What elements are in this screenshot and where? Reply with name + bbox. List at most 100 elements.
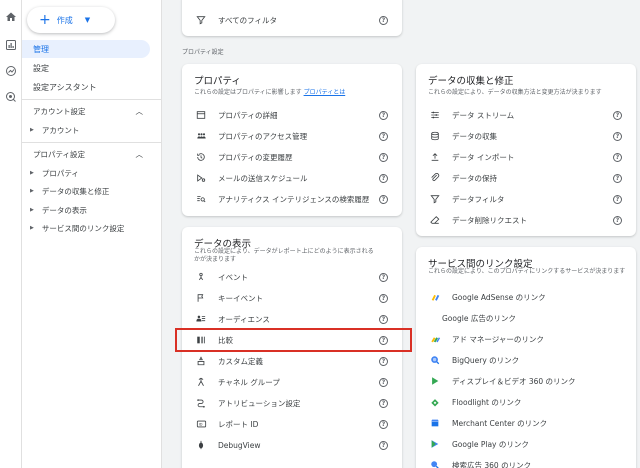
- help-icon[interactable]: ?: [379, 314, 388, 324]
- row-label: メールの送信スケジュール: [218, 173, 308, 183]
- scheduled-emails-row[interactable]: メールの送信スケジュール ?: [182, 168, 402, 188]
- what-is-property-link[interactable]: プロパティとは: [304, 89, 346, 96]
- google-play-link-row[interactable]: Google Play のリンク: [416, 434, 636, 454]
- details-icon: [194, 108, 208, 122]
- help-icon[interactable]: ?: [379, 419, 388, 429]
- help-icon[interactable]: ?: [379, 194, 388, 204]
- sidebar-item-settings[interactable]: 設定: [22, 59, 161, 77]
- sidebar-item-product-links[interactable]: ▶ サービス間のリンク設定: [22, 219, 161, 237]
- sidebar-item-property[interactable]: ▶ プロパティ: [22, 164, 161, 182]
- help-icon[interactable]: ?: [379, 152, 388, 162]
- attribution-icon: [194, 396, 208, 410]
- row-label: チャネル グループ: [218, 377, 280, 387]
- row-label: オーディエンス: [218, 314, 270, 324]
- card-description-line-2: かが決まります: [194, 256, 237, 263]
- card-description-text: これらの設定はプロパティに影響します: [194, 89, 302, 96]
- help-icon[interactable]: ?: [613, 215, 622, 225]
- data-filters-row[interactable]: データフィルタ ?: [416, 189, 636, 209]
- ad-manager-icon: [428, 332, 442, 346]
- google-play-icon: [428, 437, 442, 451]
- row-label: DebugView: [218, 440, 261, 450]
- row-label: Google Play のリンク: [452, 439, 529, 449]
- channel-groups-row[interactable]: チャネル グループ ?: [182, 372, 402, 392]
- plus-icon: +: [39, 12, 51, 28]
- events-row[interactable]: イベント ?: [182, 267, 402, 287]
- help-icon[interactable]: ?: [379, 272, 388, 282]
- data-import-row[interactable]: データ インポート ?: [416, 147, 636, 167]
- row-label: Google AdSense のリンク: [452, 292, 546, 302]
- card-description: これらの設定はプロパティに影響します プロパティとは: [194, 89, 345, 97]
- search-history-row[interactable]: アナリティクス インテリジェンスの検索履歴 ?: [182, 189, 402, 209]
- sidebar-item-admin[interactable]: 管理: [22, 40, 150, 58]
- property-access-row[interactable]: プロパティのアクセス管理 ?: [182, 126, 402, 146]
- adsense-link-row[interactable]: Google AdSense のリンク: [416, 287, 636, 307]
- sidebar-item-setup-assistant[interactable]: 設定アシスタント: [22, 78, 161, 96]
- explore-icon[interactable]: [3, 63, 19, 79]
- row-label: アド マネージャーのリンク: [452, 334, 544, 344]
- help-icon[interactable]: ?: [379, 356, 388, 366]
- data-collection-row[interactable]: データの収集 ?: [416, 126, 636, 146]
- help-icon[interactable]: ?: [379, 173, 388, 183]
- floodlight-icon: [428, 395, 442, 409]
- help-icon[interactable]: ?: [613, 194, 622, 204]
- bigquery-link-row[interactable]: BigQuery のリンク: [416, 350, 636, 370]
- expand-arrow-icon: ▶: [30, 225, 34, 231]
- advertising-icon[interactable]: [3, 89, 19, 105]
- help-icon[interactable]: ?: [613, 173, 622, 183]
- key-events-row[interactable]: キーイベント ?: [182, 288, 402, 308]
- help-icon[interactable]: ?: [379, 440, 388, 450]
- all-filters-row[interactable]: すべてのフィルタ ?: [182, 10, 402, 30]
- merchant-center-link-row[interactable]: Merchant Center のリンク: [416, 413, 636, 433]
- dv360-link-row[interactable]: ディスプレイ＆ビデオ 360 のリンク: [416, 371, 636, 391]
- data-retention-row[interactable]: データの保持 ?: [416, 168, 636, 188]
- chevron-up-icon: ︿: [135, 106, 144, 116]
- property-details-row[interactable]: プロパティの詳細 ?: [182, 105, 402, 125]
- sidebar-item-label: データの表示: [41, 205, 87, 215]
- row-label: Floodlight のリンク: [452, 397, 522, 407]
- row-label: アトリビューション設定: [218, 398, 301, 408]
- create-button[interactable]: + 作成 ▼: [27, 7, 115, 33]
- debugview-row[interactable]: DebugView ?: [182, 435, 402, 455]
- upload-icon: [428, 150, 442, 164]
- google-ads-link-row[interactable]: Google 広告のリンク: [416, 308, 636, 328]
- help-icon[interactable]: ?: [613, 110, 622, 120]
- help-icon[interactable]: ?: [379, 15, 388, 25]
- sidebar-item-data-collection[interactable]: ▶ データの収集と修正: [22, 182, 161, 200]
- admin-sidebar: + 作成 ▼ 管理 設定 設定アシスタント アカウント設定 ︿ ▶ アカウント …: [22, 0, 162, 468]
- report-id-icon: ID: [194, 417, 208, 431]
- floodlight-link-row[interactable]: Floodlight のリンク: [416, 392, 636, 412]
- audiences-row[interactable]: オーディエンス ?: [182, 309, 402, 329]
- data-deletion-row[interactable]: データ削除リクエスト ?: [416, 210, 636, 230]
- filter-icon: [194, 13, 208, 27]
- property-history-row[interactable]: プロパティの変更履歴 ?: [182, 147, 402, 167]
- help-icon[interactable]: ?: [379, 110, 388, 120]
- help-icon[interactable]: ?: [379, 293, 388, 303]
- row-label: プロパティの詳細: [218, 110, 278, 120]
- help-icon[interactable]: ?: [379, 377, 388, 387]
- custom-definitions-row[interactable]: カスタム定義 ?: [182, 351, 402, 371]
- help-icon[interactable]: ?: [613, 131, 622, 141]
- sa360-link-row[interactable]: 検索広告 360 のリンク: [416, 455, 636, 468]
- help-icon[interactable]: ?: [379, 131, 388, 141]
- help-icon[interactable]: ?: [613, 152, 622, 162]
- expand-arrow-icon: ▶: [30, 170, 34, 176]
- help-icon[interactable]: ?: [379, 398, 388, 408]
- history-icon: [194, 150, 208, 164]
- chevron-up-icon: ︿: [135, 149, 144, 159]
- row-label: Google 広告のリンク: [442, 313, 516, 323]
- property-settings-header[interactable]: プロパティ設定 ︿: [22, 146, 161, 162]
- row-label: データ インポート: [452, 152, 515, 162]
- data-streams-row[interactable]: データ ストリーム ?: [416, 105, 636, 125]
- reports-icon[interactable]: [3, 37, 19, 53]
- ad-manager-link-row[interactable]: アド マネージャーのリンク: [416, 329, 636, 349]
- attribution-settings-row[interactable]: アトリビューション設定 ?: [182, 393, 402, 413]
- home-icon[interactable]: [3, 9, 19, 25]
- row-label: データの保持: [452, 173, 497, 183]
- sidebar-item-account[interactable]: ▶ アカウント: [22, 121, 161, 139]
- sidebar-item-data-display[interactable]: ▶ データの表示: [22, 201, 161, 219]
- row-label: アナリティクス インテリジェンスの検索履歴: [218, 194, 370, 204]
- reporting-identity-row[interactable]: ID レポート ID ?: [182, 414, 402, 434]
- row-label: すべてのフィルタ: [218, 15, 278, 25]
- row-label: BigQuery のリンク: [452, 355, 520, 365]
- account-settings-header[interactable]: アカウント設定 ︿: [22, 103, 161, 119]
